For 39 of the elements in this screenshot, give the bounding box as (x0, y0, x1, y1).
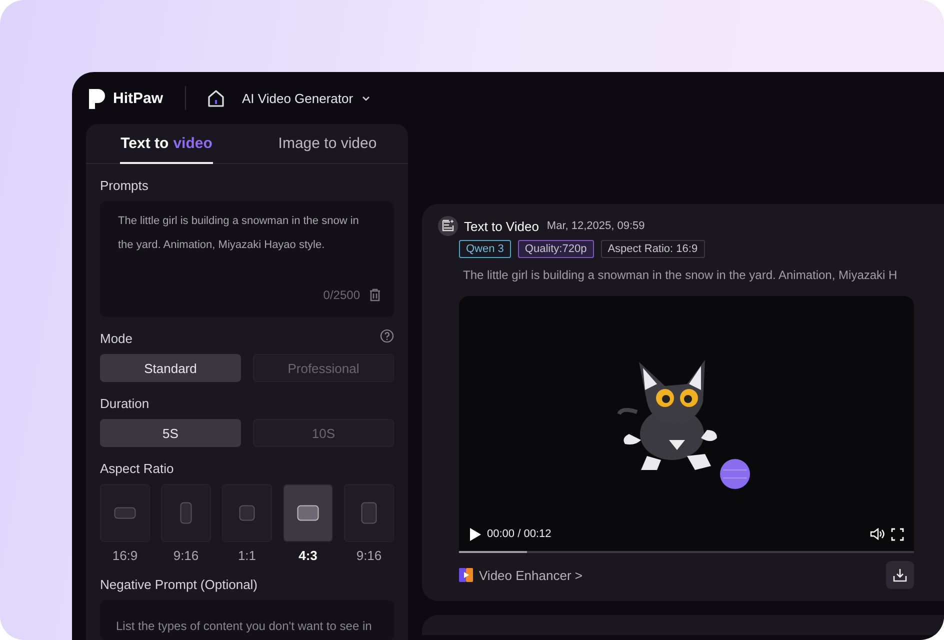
negative-prompt-field[interactable]: List the types of content you don't want to see in (100, 600, 394, 640)
enhancer-app-icon (459, 567, 473, 583)
section-label: Prompts (100, 178, 150, 193)
trash-icon[interactable] (368, 288, 382, 302)
character-counter: 0/2500 (323, 287, 360, 304)
volume-icon[interactable] (870, 527, 885, 541)
play-icon[interactable] (469, 528, 481, 540)
mode-tab[interactable]: Text to video (86, 124, 247, 163)
result-title: Text to Video (464, 218, 539, 234)
info-tag: Aspect Ratio: 16:9 (600, 240, 705, 258)
playback-time: 00:00 / 00:12 (487, 528, 552, 540)
info-tag: Qwen 3 (459, 240, 511, 258)
prompt-text: The little girl is building a snowman in the snow in the yard. Animation, Miyazaki H (463, 268, 898, 282)
section-label: Aspect Ratio (100, 461, 175, 476)
video-player[interactable]: 00:00 / 00:12 (459, 296, 914, 553)
aspect-shape-icon (114, 507, 136, 519)
document-sparkle-icon (438, 216, 458, 236)
brand-name: HitPaw (113, 90, 164, 106)
prompt-field[interactable]: The little girl is building a snowman in the snow in the yard. Animation, Miyazaki Hayao style. 0/2500 (100, 201, 394, 317)
home-icon[interactable] (206, 88, 226, 108)
section-label: Negative Prompt (Optional) (100, 577, 259, 592)
aspect-shape-icon (297, 505, 319, 521)
aspect-shape-icon (180, 502, 192, 524)
download-button[interactable] (886, 561, 914, 589)
duration-option[interactable]: 5S (100, 419, 241, 447)
section-label: Mode (100, 331, 133, 346)
mode-tab[interactable]: Image to video (247, 124, 408, 163)
fullscreen-icon[interactable] (891, 528, 904, 540)
aspect-shape-icon (361, 502, 377, 524)
section-label: Duration (100, 396, 150, 411)
aspect-shape-icon (239, 505, 255, 521)
app-menu-dropdown[interactable]: AI Video Generator (242, 90, 372, 106)
chevron-down-icon (361, 94, 372, 102)
help-icon[interactable] (380, 328, 394, 342)
result-date: Mar, 12,2025, 09:59 (546, 220, 645, 232)
download-icon (893, 568, 907, 582)
mode-option[interactable]: Standard (100, 354, 241, 382)
info-tag: Quality:720p (518, 240, 594, 258)
video-enhancer-link[interactable]: Video Enhancer > (479, 568, 880, 582)
